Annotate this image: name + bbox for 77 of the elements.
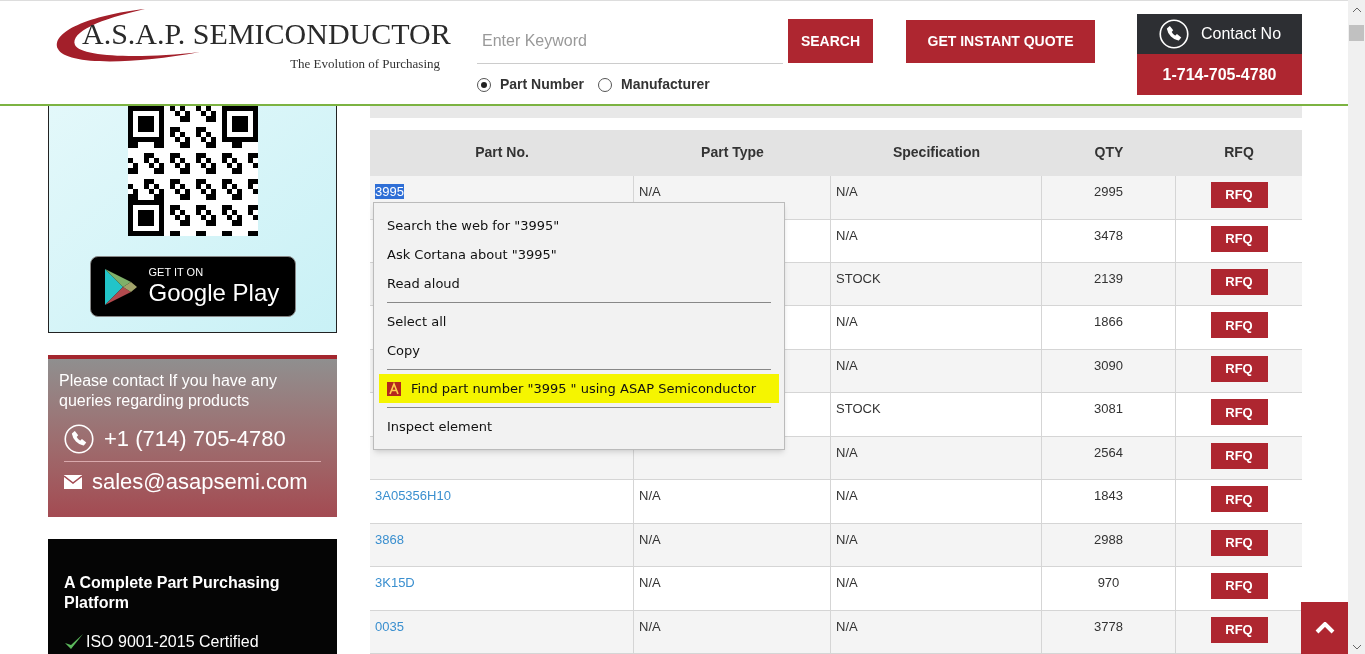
table-cell: N/A — [836, 488, 858, 504]
rfq-button[interactable]: RFQ — [1210, 312, 1268, 339]
table-cell: N/A — [639, 531, 661, 547]
rfq-button[interactable]: RFQ — [1210, 269, 1268, 295]
badge-small-text: GET IT ON — [148, 266, 205, 279]
menu-item-label: Copy — [387, 341, 420, 360]
google-play-badge[interactable]: GET IT ON Google Play — [89, 256, 296, 317]
contact-label: Contact No — [1201, 24, 1282, 44]
table-cell: STOCK — [836, 401, 881, 417]
table-cell: 2139 — [1094, 271, 1123, 286]
column-header: QTY — [1093, 143, 1125, 163]
contact-phone-link[interactable]: 1-714-705-4780 — [1137, 54, 1302, 95]
logo-tagline: The Evolution of Purchasing — [290, 57, 440, 70]
table-cell: N/A — [836, 531, 858, 547]
table-cell: N/A — [836, 444, 858, 460]
table-cell: 3778 — [1094, 618, 1123, 634]
contact-message: Please contact If you have any queries regarding products — [59, 371, 278, 411]
menu-item-label: Inspect element — [387, 417, 493, 436]
table-cell: 1866 — [1094, 314, 1123, 330]
context-menu-item[interactable]: Ask Cortana about "3995" — [379, 240, 779, 269]
rfq-button[interactable]: RFQ — [1210, 225, 1268, 252]
badge-large-text: Google Play — [148, 279, 280, 307]
table-cell: N/A — [639, 618, 661, 634]
instant-quote-button[interactable]: GET INSTANT QUOTE — [906, 20, 1095, 63]
table-cell: 2564 — [1094, 444, 1123, 460]
promo-title: A Complete Part Purchasing Platform — [64, 573, 281, 613]
search-type-radio[interactable]: Part Number — [477, 74, 585, 95]
menu-item-label: Find part number "3995 " using ASAP Semiconductor — [411, 379, 757, 398]
rfq-button[interactable]: RFQ — [1210, 182, 1268, 209]
table-cell: N/A — [639, 488, 661, 504]
table-cell: N/A — [639, 184, 661, 200]
table-cell: 3478 — [1094, 227, 1123, 243]
rfq-button[interactable]: RFQ — [1210, 355, 1268, 382]
promo-item: ISO 9001-2015 Certified — [86, 632, 259, 652]
table-cell: N/A — [836, 618, 858, 634]
table-cell: N/A — [836, 314, 858, 330]
menu-item-label: Select all — [387, 312, 447, 331]
context-menu-item[interactable]: Inspect element — [379, 412, 779, 441]
column-header: Specification — [891, 143, 982, 163]
search-type-radio[interactable]: Manufacturer — [598, 74, 710, 95]
search-field[interactable]: Enter Keyword — [477, 19, 783, 64]
table-cell: 2988 — [1094, 531, 1123, 547]
part-number-link[interactable]: 3A05356H10 — [375, 488, 451, 504]
context-menu-item[interactable]: Read aloud — [379, 269, 779, 298]
context-menu-item[interactable]: Find part number "3995 " using ASAP Semiconductor — [379, 374, 779, 403]
table-cell: N/A — [836, 575, 858, 591]
table-cell: 3081 — [1094, 401, 1123, 417]
context-menu-item[interactable]: Search the web for "3995" — [379, 211, 779, 240]
rfq-button[interactable]: RFQ — [1210, 573, 1268, 600]
table-cell: N/A — [836, 227, 858, 243]
column-header: RFQ — [1223, 143, 1255, 163]
table-cell: 970 — [1097, 575, 1120, 591]
part-number-link[interactable]: 3K15D — [375, 575, 415, 591]
menu-item-label: Ask Cortana about "3995" — [387, 245, 557, 264]
table-cell: 1843 — [1094, 488, 1123, 504]
column-header: Part Type — [700, 143, 765, 163]
contact-email: sales@asapsemi.com — [92, 468, 308, 496]
table-cell: 2995 — [1094, 184, 1123, 200]
part-number-link[interactable]: 3995 — [375, 184, 404, 200]
column-header: Part No. — [474, 143, 530, 163]
rfq-button[interactable]: RFQ — [1210, 529, 1268, 556]
table-cell: N/A — [639, 575, 661, 591]
rfq-button[interactable]: RFQ — [1210, 442, 1268, 469]
logo-text: A.S.A.P. SEMICONDUCTOR — [82, 19, 451, 49]
rfq-button[interactable]: RFQ — [1210, 486, 1268, 513]
search-button[interactable]: SEARCH — [788, 19, 873, 63]
table-cell: 3090 — [1094, 357, 1123, 373]
contact-phone: +1 (714) 705-4780 — [104, 425, 286, 453]
menu-item-label: Search the web for "3995" — [387, 216, 560, 235]
table-cell: N/A — [836, 184, 858, 200]
context-menu-item[interactable]: Copy — [379, 336, 779, 365]
rfq-button[interactable]: RFQ — [1210, 616, 1268, 643]
table-cell: STOCK — [836, 271, 881, 286]
context-menu-item[interactable]: Select all — [379, 307, 779, 336]
rfq-button[interactable]: RFQ — [1210, 399, 1268, 426]
menu-item-label: Read aloud — [387, 274, 460, 293]
table-cell: N/A — [836, 357, 858, 373]
